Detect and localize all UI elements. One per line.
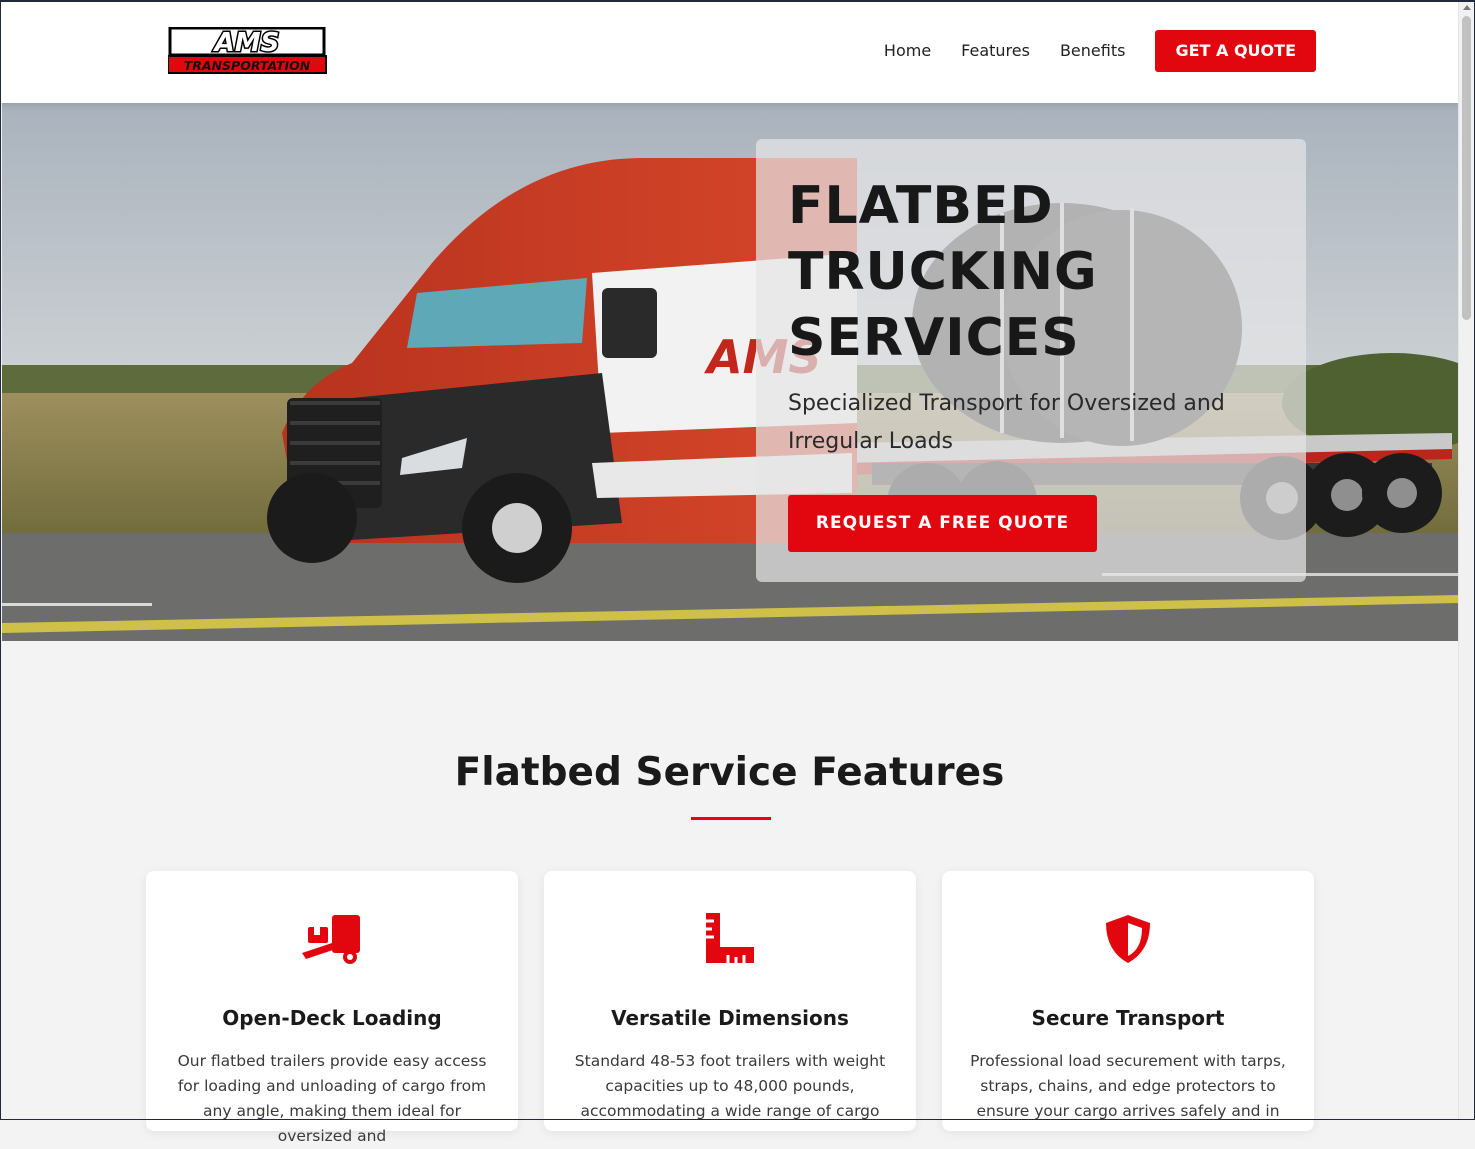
feature-card-text: Standard 48-53 foot trailers with weight… [574, 1052, 886, 1120]
shield-icon [1106, 915, 1150, 963]
svg-text:TRANSPORTATION: TRANSPORTATION [184, 58, 311, 73]
nav-benefits-link[interactable]: Benefits [1060, 30, 1126, 72]
feature-card-title: Secure Transport [1031, 1006, 1225, 1030]
hero-section: AMS FLATBED TRUCKING SERVICES Specialize… [2, 103, 1459, 641]
scrollbar-thumb[interactable] [1462, 16, 1471, 320]
dolly-loading-icon [302, 915, 360, 964]
hero-overlay-panel: FLATBED TRUCKING SERVICES Specialized Tr… [756, 139, 1306, 582]
get-a-quote-button[interactable]: GET A QUOTE [1155, 30, 1316, 72]
main-nav: Home Features Benefits GET A QUOTE [884, 30, 1316, 72]
page-scrollbar[interactable] [1458, 2, 1474, 1120]
feature-card-versatile-dimensions: Versatile Dimensions Standard 48-53 foot… [544, 871, 916, 1131]
svg-text:AMS: AMS [213, 28, 280, 58]
scroll-up-arrow-icon[interactable] [1463, 5, 1471, 10]
feature-card-secure-transport: Secure Transport Professional load secur… [942, 871, 1314, 1131]
feature-card-title: Versatile Dimensions [611, 1006, 849, 1030]
feature-card-text: Professional load securement with tarps,… [970, 1052, 1286, 1120]
hero-title: FLATBED TRUCKING SERVICES [788, 176, 1098, 368]
feature-card-text: Our flatbed trailers provide easy access… [177, 1052, 487, 1145]
hero-subtitle: Specialized Transport for Oversized and … [788, 391, 1225, 454]
features-section-title: Flatbed Service Features [454, 750, 1005, 795]
nav-features-link[interactable]: Features [961, 30, 1030, 72]
site-header: AMS AMS TRANSPORTATION Home Features Ben… [0, 0, 1459, 103]
feature-card-open-deck: Open-Deck Loading Our flatbed trailers p… [146, 871, 518, 1145]
ruler-combined-icon [706, 913, 754, 963]
feature-card-title: Open-Deck Loading [222, 1006, 442, 1030]
ams-logo[interactable]: AMS AMS TRANSPORTATION [168, 27, 328, 77]
nav-home-link[interactable]: Home [884, 30, 931, 72]
request-free-quote-button[interactable]: REQUEST A FREE QUOTE [788, 495, 1097, 552]
title-underline [691, 817, 771, 820]
